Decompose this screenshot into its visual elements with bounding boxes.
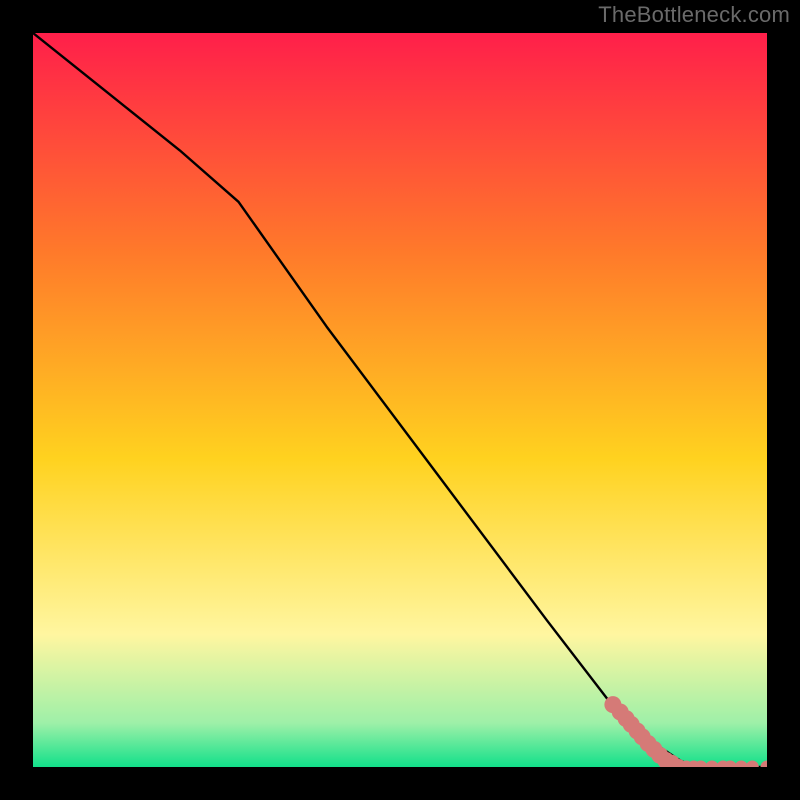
watermark-text: TheBottleneck.com <box>598 2 790 28</box>
gradient-background <box>33 33 767 767</box>
chart-frame: TheBottleneck.com <box>0 0 800 800</box>
plot-area <box>33 33 767 767</box>
chart-svg <box>33 33 767 767</box>
